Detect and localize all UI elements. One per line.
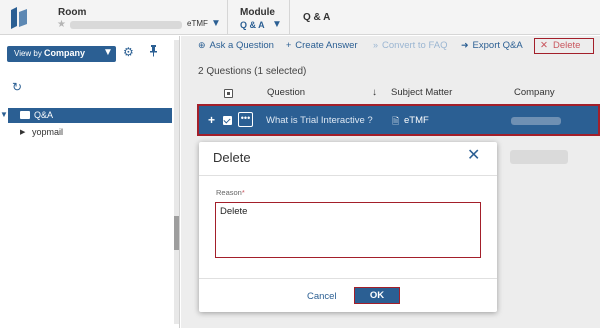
plus-icon: +	[286, 40, 292, 50]
view-by-dropdown[interactable]: View by Company ▼	[7, 46, 116, 62]
left-panel: View by Company ▼ ⚙ ↻ Q&A ▼ ▶ yopmail	[0, 36, 180, 328]
create-answer-label: Create Answer	[295, 40, 358, 51]
column-header-company[interactable]: Company	[514, 87, 555, 101]
favorite-star-icon[interactable]: ★	[57, 19, 66, 30]
breadcrumb: Q & A	[303, 12, 331, 23]
selection-count: 2 Questions (1 selected)	[198, 66, 307, 77]
ok-button[interactable]: OK	[354, 287, 400, 304]
tree-node-qa[interactable]: Q&A	[8, 108, 172, 123]
room-name-redacted	[70, 21, 182, 29]
room-selector[interactable]: Room ★ eTMF ▼	[46, 0, 228, 35]
tree-node-yopmail[interactable]: yopmail	[32, 127, 63, 137]
delete-button[interactable]: ✕ Delete	[534, 38, 594, 54]
top-header: Room ★ eTMF ▼ Module Q & A ▼ Q & A	[0, 0, 600, 35]
ask-question-button[interactable]: ⊕ Ask a Question	[198, 40, 274, 51]
room-label: Room	[58, 7, 87, 18]
caret-right-icon[interactable]: ▶	[20, 128, 25, 136]
room-value: eTMF	[187, 19, 208, 28]
sort-arrow-down-icon[interactable]: ↓	[372, 87, 377, 98]
chevron-down-icon: ▼	[103, 47, 113, 58]
column-header-question[interactable]: Question	[267, 87, 305, 101]
chevron-down-icon[interactable]: ▼	[272, 19, 282, 30]
column-header-subject-matter[interactable]: Subject Matter	[391, 87, 452, 101]
plus-circle-icon: ⊕	[198, 40, 206, 50]
table-row[interactable]: + ••• What is Trial Interactive ? 🗎 eTMF	[197, 104, 600, 136]
module-selector[interactable]: Module Q & A ▼	[228, 0, 290, 35]
view-by-value: Company	[44, 48, 86, 58]
ask-question-label: Ask a Question	[209, 40, 274, 51]
required-marker: *	[241, 188, 245, 197]
close-icon[interactable]: ✕	[467, 145, 480, 165]
module-value: Q & A	[240, 20, 265, 30]
export-qa-label: Export Q&A	[472, 40, 523, 51]
divider	[199, 278, 497, 279]
expand-row-icon[interactable]: +	[208, 113, 215, 127]
divider	[199, 175, 497, 176]
refresh-icon[interactable]: ↻	[12, 80, 22, 94]
close-icon: ✕	[540, 40, 548, 51]
row-checkbox[interactable]	[223, 116, 232, 125]
row-subject-matter: eTMF	[404, 115, 429, 126]
row-company-redacted	[511, 117, 561, 125]
toolbar: ⊕ Ask a Question + Create Answer » Convert …	[181, 36, 600, 56]
folder-icon	[20, 111, 30, 119]
scrollbar-thumb[interactable]	[174, 216, 179, 250]
document-icon: 🗎	[392, 116, 400, 126]
row-question[interactable]: What is Trial Interactive ?	[266, 115, 373, 126]
pin-icon[interactable]	[149, 45, 158, 57]
cancel-button[interactable]: Cancel	[307, 291, 337, 302]
dialog-title: Delete	[213, 150, 251, 165]
panel-scrollbar[interactable]	[174, 40, 179, 324]
export-icon: ➜	[461, 40, 469, 50]
tree-node-label: Q&A	[34, 110, 54, 120]
module-label: Module	[240, 7, 275, 18]
convert-to-faq-label: Convert to FAQ	[382, 40, 448, 51]
double-chevron-right-icon: »	[373, 40, 379, 50]
delete-label: Delete	[553, 40, 581, 51]
reason-label: Reason*	[216, 188, 245, 197]
export-qa-button[interactable]: ➜ Export Q&A	[461, 40, 523, 51]
reason-textarea[interactable]: Delete	[215, 202, 481, 258]
caret-down-icon[interactable]: ▼	[0, 110, 8, 119]
convert-to-faq-button[interactable]: » Convert to FAQ	[373, 40, 448, 51]
app-logo-icon[interactable]	[8, 6, 30, 30]
select-all-checkbox[interactable]	[224, 89, 233, 98]
reason-label-text: Reason	[216, 188, 242, 197]
view-by-prefix: View by	[14, 49, 42, 58]
create-answer-button[interactable]: + Create Answer	[286, 40, 358, 51]
chevron-down-icon[interactable]: ▼	[211, 18, 221, 29]
delete-dialog: Delete ✕ Reason* Delete Cancel OK	[199, 142, 497, 312]
gear-icon[interactable]: ⚙	[123, 45, 134, 59]
row-company-redacted	[510, 150, 568, 164]
more-options-icon[interactable]: •••	[238, 112, 253, 127]
